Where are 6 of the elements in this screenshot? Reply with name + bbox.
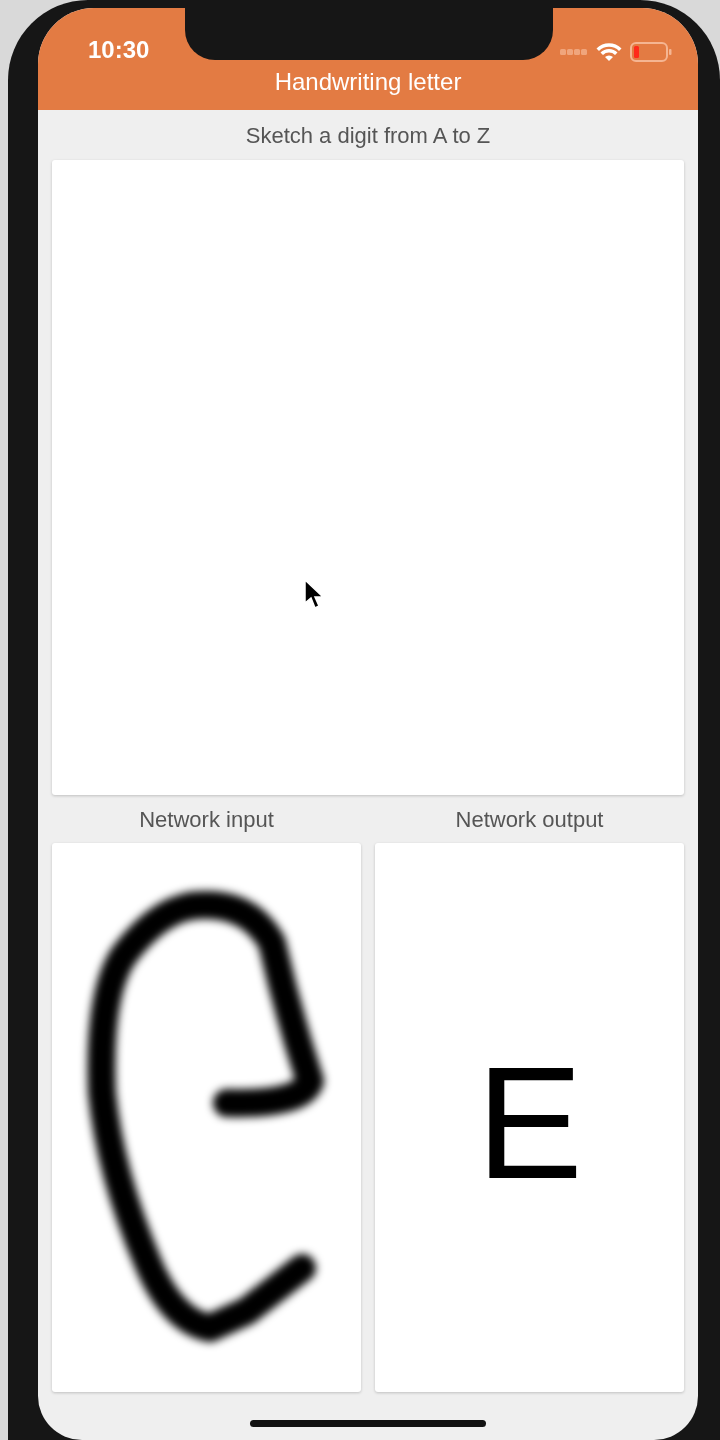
status-time: 10:30 [88, 38, 150, 62]
output-label: Network output [455, 805, 604, 834]
sketch-prompt: Sketch a digit from A to Z [245, 121, 491, 150]
input-label: Network input [139, 805, 274, 834]
predicted-letter: E [476, 1032, 583, 1203]
app-title: Handwriting letter [274, 70, 462, 94]
